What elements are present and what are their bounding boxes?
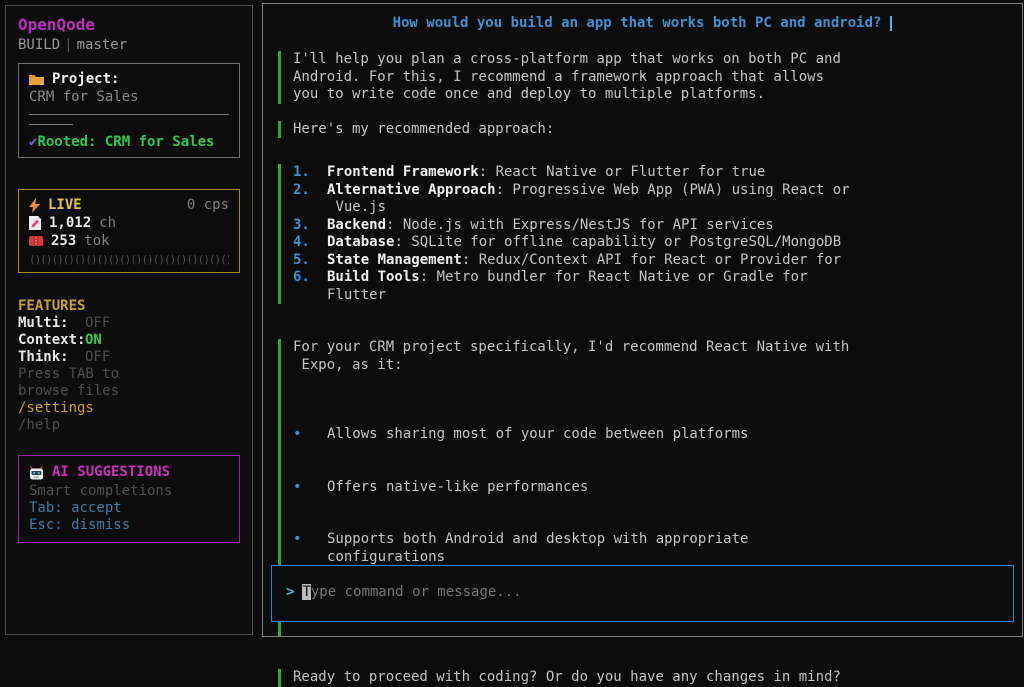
project-label-row: Project:	[29, 71, 229, 87]
list-item: 2. Alternative Approach: Progressive Web…	[293, 182, 1007, 217]
ai-suggestions-box: AI SUGGESTIONS Smart completions Tab: ac…	[18, 455, 240, 543]
assistant-closing-question: Ready to proceed with coding? Or do you …	[278, 669, 1007, 687]
feature-toggle-multi: Multi: OFF	[18, 315, 240, 332]
prompt-chevron: >	[286, 584, 294, 600]
list-item: 3. Backend: Node.js with Express/NestJS …	[293, 217, 1007, 235]
assistant-approach-heading: Here's my recommended approach:	[278, 121, 1007, 139]
project-box: Project: CRM for Sales ✔Rooted: CRM for …	[18, 63, 240, 158]
assistant-intro-paragraph: I'll help you plan a cross-platform app …	[278, 51, 1007, 104]
tab-hint-line2: browse files	[18, 383, 240, 400]
tab-accept-hint: Tab: accept	[29, 500, 229, 517]
block-cursor: T	[302, 584, 310, 600]
assistant-numbered-list: 1. Frontend Framework: React Native or F…	[278, 164, 1007, 304]
live-stats-box: LIVE 0 cps 1,012 ch 253 tok ()()()()()()…	[18, 189, 240, 273]
chars-value: 1,012	[49, 214, 91, 232]
input-placeholder: ype command or message...	[311, 584, 522, 600]
features-section: FEATURES Multi: OFF Context: ON Think: O…	[18, 298, 240, 434]
folder-icon	[29, 73, 44, 86]
user-question: How would you build an app that works bo…	[278, 15, 1007, 31]
tab-hint-line1: Press TAB to	[18, 366, 240, 383]
build-branch-line: BUILD|master	[18, 37, 240, 53]
bullet-item: • Allows sharing most of your code betwe…	[293, 426, 1007, 444]
activity-sparkline: ()()()()()()()()()()()()()()()()()()()()…	[29, 253, 229, 266]
divider-short	[29, 124, 73, 125]
list-item: 6. Build Tools: Metro bundler for React …	[293, 269, 1007, 304]
feature-toggle-context: Context: ON	[18, 332, 240, 349]
features-heading: FEATURES	[18, 298, 240, 315]
git-branch: master	[77, 37, 128, 53]
project-name: CRM for Sales	[29, 89, 229, 105]
ai-suggestions-label: AI SUGGESTIONS	[52, 464, 170, 481]
bullet-item: • Offers native-like performances	[293, 479, 1007, 497]
recommendation-paragraph: For your CRM project specifically, I'd r…	[293, 339, 849, 373]
chars-row: 1,012 ch	[29, 214, 229, 232]
list-item: 4. Database: SQLite for offline capabili…	[293, 234, 1007, 252]
tokens-value: 253	[51, 232, 76, 250]
tokens-row: 253 tok	[29, 232, 229, 250]
app-brand: OpenQode	[18, 15, 240, 34]
ai-suggestions-title-row: AI SUGGESTIONS	[29, 464, 229, 481]
chars-unit: ch	[99, 214, 116, 232]
bullet-icon: •	[293, 479, 327, 497]
bullet-icon: •	[293, 531, 327, 566]
bullet-item: • Supports both Android and desktop with…	[293, 531, 1007, 566]
lightning-icon	[29, 198, 40, 213]
text-cursor	[890, 16, 892, 31]
list-item: 1. Frontend Framework: React Native or F…	[293, 164, 1007, 182]
tokens-unit: tok	[84, 232, 109, 250]
settings-command[interactable]: /settings	[18, 400, 240, 417]
message-input[interactable]: > Type command or message...	[271, 565, 1014, 622]
build-label: BUILD	[18, 37, 60, 53]
live-title-row: LIVE 0 cps	[29, 196, 229, 214]
project-label: Project:	[52, 71, 119, 87]
separator: |	[60, 37, 76, 53]
feature-value: OFF	[85, 315, 110, 332]
help-command[interactable]: /help	[18, 417, 240, 434]
ai-suggestions-subtitle: Smart completions	[29, 483, 229, 500]
robot-icon	[29, 466, 44, 480]
chat-panel: How would you build an app that works bo…	[262, 3, 1023, 637]
feature-toggle-think: Think: OFF	[18, 349, 240, 366]
sidebar: OpenQode BUILD|master Project: CRM for S…	[5, 5, 253, 635]
feature-value: ON	[85, 332, 102, 349]
live-label: LIVE	[48, 196, 82, 214]
feature-value: OFF	[85, 349, 110, 366]
list-item: 5. State Management: Redux/Context API f…	[293, 252, 1007, 270]
divider	[29, 114, 229, 115]
memo-icon	[29, 216, 41, 230]
cps-counter: 0 cps	[187, 196, 229, 214]
rooted-text: Rooted: CRM for Sales	[37, 134, 214, 150]
bullet-icon: •	[293, 426, 327, 444]
ticket-icon	[29, 236, 43, 246]
esc-dismiss-hint: Esc: dismiss	[29, 517, 229, 534]
rooted-status: ✔Rooted: CRM for Sales	[29, 134, 229, 150]
